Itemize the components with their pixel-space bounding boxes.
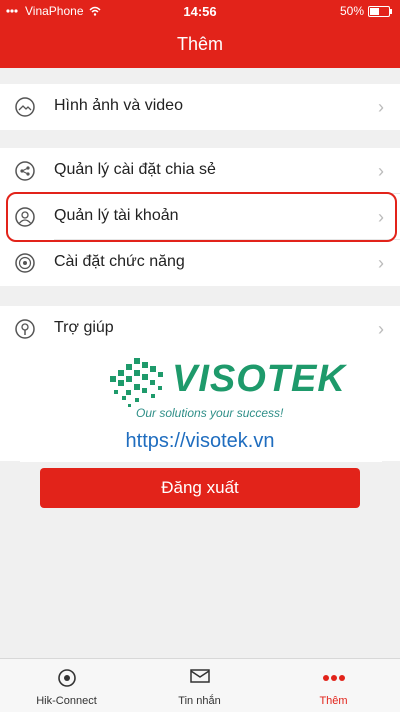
page-title: Thêm	[176, 34, 223, 54]
more-icon	[267, 668, 400, 688]
watermark-url: https://visotek.vn	[125, 430, 275, 452]
function-settings-icon	[14, 252, 36, 274]
menu-item-share-settings[interactable]: Quản lý cài đặt chia sẻ ›	[0, 148, 400, 194]
watermark-slogan: Our solutions your success!	[136, 406, 284, 420]
menu-item-label: Quản lý cài đặt chia sẻ	[54, 161, 216, 178]
logout-button[interactable]: Đăng xuất	[40, 468, 360, 508]
watermark-brand: VISOTEK	[172, 358, 346, 400]
battery-percent: 50%	[339, 4, 364, 18]
tab-messages[interactable]: Tin nhắn	[133, 659, 266, 712]
menu-group-media: Hình ảnh và video ›	[0, 84, 400, 130]
chevron-right-icon: ›	[378, 253, 384, 273]
tab-label: Hik-Connect	[36, 695, 97, 707]
menu-item-label: Hình ảnh và video	[54, 97, 183, 114]
tab-hik-connect[interactable]: Hik-Connect	[0, 659, 133, 712]
bottom-tab-bar: Hik-Connect Tin nhắn Thêm	[0, 658, 400, 712]
image-video-icon	[14, 96, 36, 118]
chevron-right-icon: ›	[378, 319, 384, 339]
tab-label: Thêm	[319, 695, 348, 707]
menu-item-label: Cài đặt chức năng	[54, 253, 185, 270]
share-settings-icon	[14, 160, 36, 182]
top-nav-bar: Thêm	[0, 22, 400, 68]
status-bar: VinaPhone 14:56 50%	[0, 0, 400, 22]
help-icon	[14, 318, 36, 340]
menu-item-function-settings[interactable]: Cài đặt chức năng ›	[0, 240, 400, 286]
battery-level	[370, 7, 379, 15]
menu-item-images-videos[interactable]: Hình ảnh và video ›	[0, 84, 400, 130]
highlight-annotation	[6, 192, 397, 242]
message-icon	[133, 668, 266, 688]
tab-more[interactable]: Thêm	[267, 659, 400, 712]
battery-indicator: 50%	[339, 4, 392, 18]
battery-icon	[368, 5, 392, 17]
menu-item-label: Trợ giúp	[54, 319, 114, 336]
chevron-right-icon: ›	[378, 161, 384, 181]
hik-connect-icon	[0, 668, 133, 688]
tab-label: Tin nhắn	[178, 695, 221, 707]
chevron-right-icon: ›	[378, 97, 384, 117]
